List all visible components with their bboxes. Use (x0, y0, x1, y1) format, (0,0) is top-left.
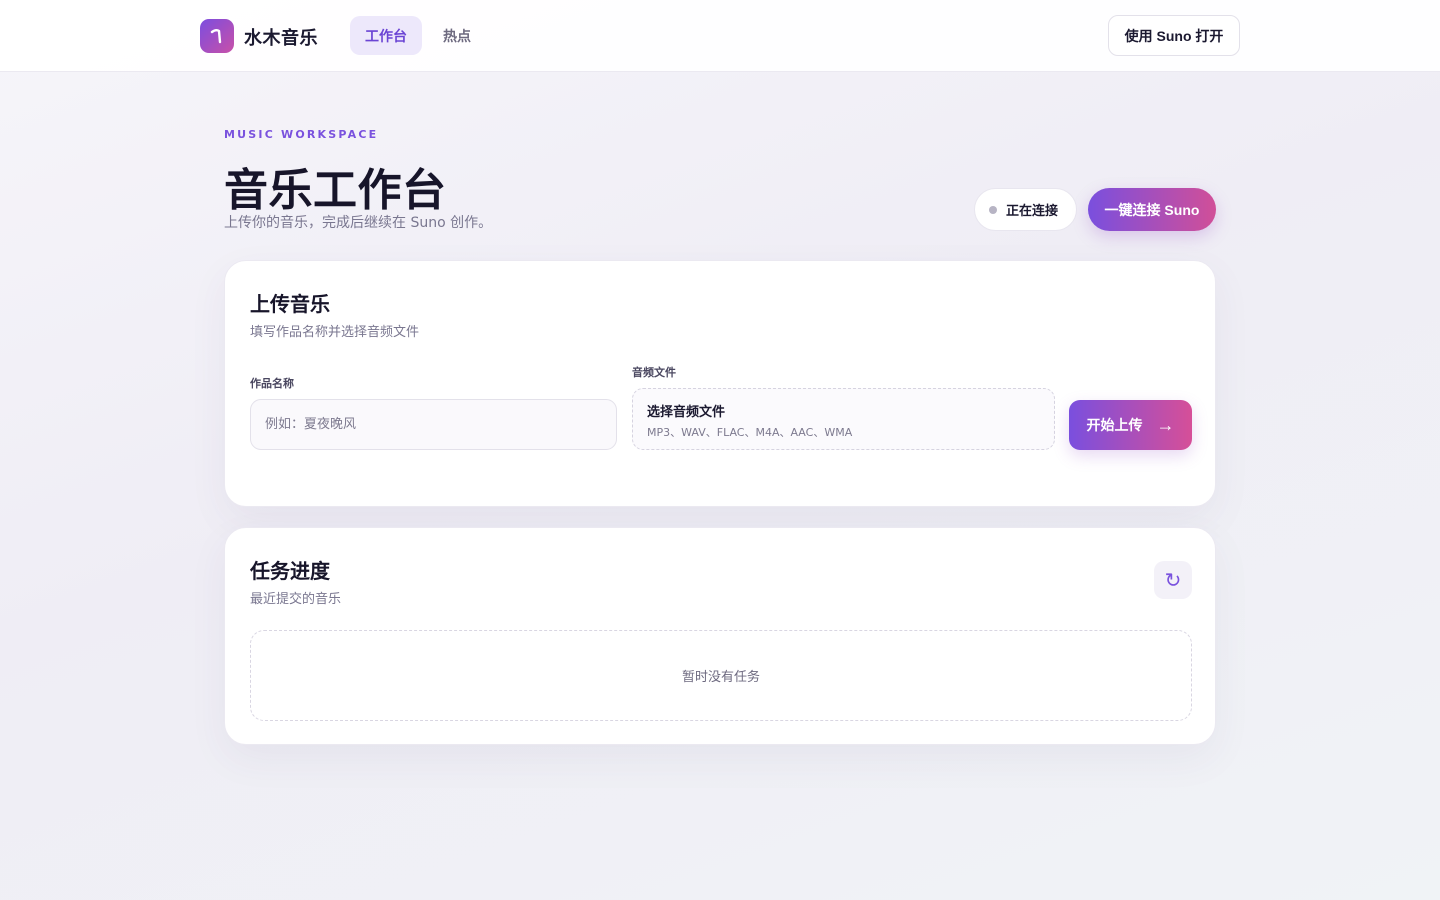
task-card-title: 任务进度 (250, 559, 330, 583)
upload-card-subtitle: 填写作品名称并选择音频文件 (250, 325, 420, 340)
app-logo-icon[interactable] (200, 19, 234, 53)
page-title: 音乐工作台 (224, 165, 447, 216)
audio-file-picker[interactable]: 选择音频文件 MP3、WAV、FLAC、M4A、AAC、WMA (632, 388, 1055, 450)
refresh-icon: ↻ (1164, 569, 1182, 592)
connection-status-label: 正在连接 (1006, 204, 1059, 219)
open-with-suno-button[interactable]: 使用 Suno 打开 (1108, 15, 1240, 56)
empty-state-text: 暂时没有任务 (681, 670, 760, 685)
section-eyebrow: MUSIC WORKSPACE (224, 128, 379, 141)
tab-trending[interactable]: 热点 (428, 16, 486, 55)
tab-workspace[interactable]: 工作台 (350, 16, 422, 55)
app-name[interactable]: 水木音乐 (244, 24, 318, 50)
upload-card: 上传音乐 填写作品名称并选择音频文件 作品名称 音频文件 选择音频文件 MP3、… (224, 260, 1216, 507)
empty-task-list: 暂时没有任务 (250, 630, 1192, 721)
audio-file-label: 音频文件 (632, 366, 676, 379)
track-name-label: 作品名称 (250, 377, 294, 390)
page-subtitle: 上传你的音乐，完成后继续在 Suno 创作。 (224, 215, 493, 231)
audio-file-formats: MP3、WAV、FLAC、M4A、AAC、WMA (647, 426, 853, 439)
arrow-right-icon: → (1156, 414, 1175, 435)
audio-file-picker-title: 选择音频文件 (647, 405, 726, 420)
refresh-button[interactable]: ↻ (1154, 561, 1192, 599)
task-progress-card: 任务进度 最近提交的音乐 ↻ 暂时没有任务 (224, 527, 1216, 745)
task-card-subtitle: 最近提交的音乐 (250, 592, 342, 607)
connect-suno-button[interactable]: 一键连接 Suno (1088, 188, 1216, 231)
start-upload-button[interactable]: 开始上传 → (1069, 400, 1192, 450)
top-navigation-bar: 水木音乐 工作台 热点 使用 Suno 打开 (0, 0, 1440, 72)
track-name-input[interactable] (250, 399, 617, 450)
connection-status-badge: 正在连接 (974, 188, 1077, 231)
upload-card-title: 上传音乐 (250, 292, 330, 316)
status-dot-icon (989, 205, 997, 214)
start-upload-label: 开始上传 (1086, 417, 1143, 433)
